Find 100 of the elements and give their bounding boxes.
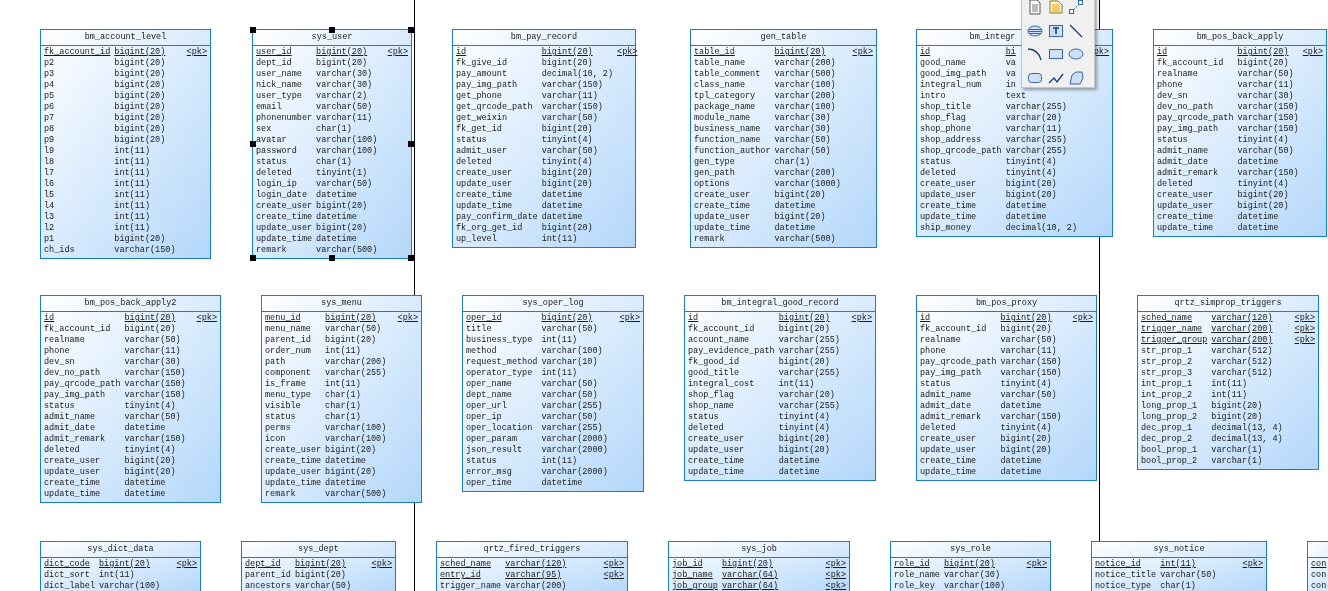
field-name: shop_phone bbox=[920, 124, 972, 135]
field-name: json_result bbox=[466, 445, 524, 456]
field-name: dev_no_path bbox=[1157, 102, 1215, 113]
field-name: path bbox=[265, 357, 287, 368]
field-name: tpl_category bbox=[694, 91, 757, 102]
field-type: va bbox=[1005, 58, 1016, 69]
polygon-icon[interactable] bbox=[1068, 69, 1085, 86]
field-type: varchar(100) bbox=[99, 581, 161, 591]
field-name: dev_sn bbox=[1157, 91, 1189, 102]
table-title: bm_integr bbox=[969, 32, 1016, 43]
field-name: trigger_group bbox=[1141, 335, 1208, 346]
field-type: int(11) bbox=[114, 157, 151, 168]
field-name: operator_type bbox=[466, 368, 534, 379]
field-name: p9 bbox=[44, 135, 56, 146]
field-name: create_user bbox=[44, 456, 102, 467]
field-name: pay_qrcode_path bbox=[920, 357, 997, 368]
field-type: bigint(20) bbox=[316, 223, 368, 234]
table-node[interactable] bbox=[261, 295, 422, 503]
selection-handle[interactable] bbox=[329, 255, 335, 261]
field-name: pay_confirm_date bbox=[456, 212, 538, 223]
table-node[interactable]: qrtz_fired_triggers sched_name varchar(120) <pk> entry_id varchar(95) <pk> trigger_name varchar(200) bbox=[436, 541, 628, 591]
table-node[interactable]: sys_job job_id bigint(20) <pk> job_name varchar(64) <pk> job_group varchar(64) <pk> bbox=[668, 541, 850, 591]
arc-icon[interactable] bbox=[1027, 46, 1043, 62]
field-name: update_time bbox=[265, 478, 322, 489]
field-type: bigint(20) bbox=[114, 124, 166, 135]
field-name: remark bbox=[256, 245, 288, 256]
field-name: bool_prop_1 bbox=[1141, 445, 1199, 456]
field-type: varchar(2) bbox=[316, 91, 368, 102]
selection-handle[interactable] bbox=[408, 27, 414, 33]
field-name: create_time bbox=[694, 201, 752, 212]
key-tag: <pk> bbox=[619, 313, 640, 324]
field-type: int(11) bbox=[778, 379, 815, 390]
table-title: sys_notice bbox=[1153, 544, 1205, 555]
table-node[interactable]: sys_role role_id bigint(20) <pk> role_name varchar(30) role_key varchar(100) bbox=[890, 541, 1051, 591]
field-name: create_user bbox=[920, 179, 978, 190]
field-name: fk_account_id bbox=[44, 47, 111, 58]
field-name: remark bbox=[265, 489, 297, 500]
field-type: in bbox=[1005, 80, 1016, 91]
table-node[interactable]: con con con bbox=[1307, 541, 1328, 591]
field-name: sex bbox=[256, 124, 273, 135]
table-title: sys_job bbox=[741, 544, 777, 555]
table-node[interactable] bbox=[252, 29, 412, 259]
text-tool-icon[interactable] bbox=[1047, 22, 1064, 39]
field-type: bigint(20) bbox=[541, 168, 593, 179]
table-node[interactable] bbox=[40, 29, 211, 259]
field-name: method bbox=[466, 346, 498, 357]
field-name: oper_time bbox=[466, 478, 513, 489]
table-node[interactable]: sys_dict_data dict_code bigint(20) <pk> dict_sort int(11) dict_label varchar(100) bbox=[40, 541, 201, 591]
field-type: varchar(30) bbox=[774, 113, 831, 124]
table-node[interactable] bbox=[1153, 29, 1327, 237]
field-type: varchar(50) bbox=[541, 113, 598, 124]
field-type: int(11) bbox=[114, 190, 151, 201]
selection-handle[interactable] bbox=[408, 255, 414, 261]
selection-handle[interactable] bbox=[250, 255, 256, 261]
field-name: id bbox=[920, 313, 932, 324]
field-type: bigint(20) bbox=[114, 69, 166, 80]
field-type: bigint(20) bbox=[114, 47, 166, 58]
field-name: admit_name bbox=[920, 390, 972, 401]
field-name: admit_date bbox=[1157, 157, 1209, 168]
selection-handle[interactable] bbox=[250, 27, 256, 33]
field-name: con bbox=[1311, 581, 1327, 591]
field-type: bigint(20) bbox=[124, 324, 176, 335]
table-node[interactable] bbox=[1137, 295, 1319, 470]
field-name: p7 bbox=[44, 113, 56, 124]
note-icon[interactable] bbox=[1047, 0, 1064, 15]
line-icon[interactable] bbox=[1068, 22, 1085, 39]
table-node[interactable] bbox=[684, 295, 876, 481]
field-type: datetime bbox=[1237, 223, 1279, 234]
field-type: varchar(2000) bbox=[541, 434, 608, 445]
selection-handle[interactable] bbox=[250, 141, 256, 147]
field-type: bigint(20) bbox=[1237, 190, 1289, 201]
field-type: varchar(500) bbox=[774, 69, 836, 80]
ellipse-icon[interactable] bbox=[1068, 46, 1085, 62]
field-name: ship_money bbox=[920, 223, 972, 234]
table-node[interactable] bbox=[452, 29, 636, 248]
table-node[interactable] bbox=[690, 29, 877, 248]
field-name: l6 bbox=[44, 179, 56, 190]
selection-handle[interactable] bbox=[329, 27, 335, 33]
connector-icon[interactable] bbox=[1068, 0, 1085, 15]
field-type: bigint(20) bbox=[325, 467, 377, 478]
field-type: datetime bbox=[124, 478, 166, 489]
field-name: job_id bbox=[672, 559, 704, 570]
table-node[interactable] bbox=[462, 295, 644, 492]
table-node[interactable] bbox=[916, 295, 1097, 481]
field-name: admit_user bbox=[456, 146, 508, 157]
table-node[interactable]: sys_dept dept_id bigint(20) <pk> parent_id bigint(20) ancestors varchar(50) bbox=[241, 541, 396, 591]
field-type: int(11) bbox=[1211, 390, 1248, 401]
field-type: int(11) bbox=[114, 201, 151, 212]
selection-handle[interactable] bbox=[408, 141, 414, 147]
field-type: tinyint(1) bbox=[316, 168, 368, 179]
field-type: decimal(13, 4) bbox=[1211, 434, 1283, 445]
table-node[interactable]: sys_notice notice_id int(11) <pk> notice_title varchar(50) notice_type char(1) bbox=[1091, 541, 1267, 591]
field-name: shop_title bbox=[920, 102, 972, 113]
table-title: qrtz_fired_triggers bbox=[483, 544, 581, 555]
document-icon[interactable] bbox=[1027, 0, 1043, 15]
field-type: varchar(500) bbox=[325, 489, 387, 500]
rectangle-icon[interactable] bbox=[1047, 46, 1064, 62]
layers-icon[interactable] bbox=[1027, 22, 1043, 39]
field-name: p8 bbox=[44, 124, 56, 135]
table-node[interactable] bbox=[40, 295, 221, 503]
